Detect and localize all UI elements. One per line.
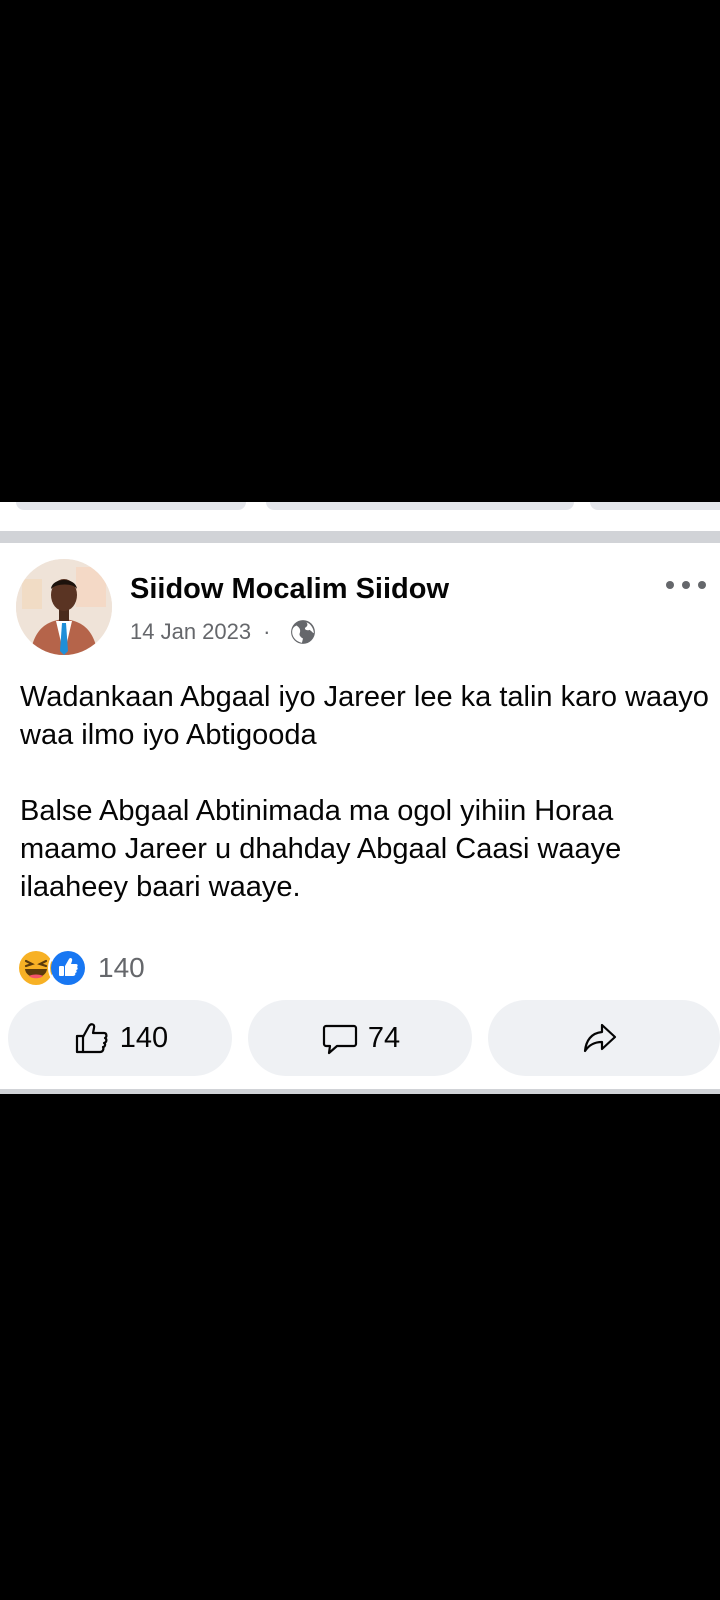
dot-icon [666, 581, 674, 589]
reaction-summary[interactable]: 140 [16, 948, 145, 988]
share-button[interactable] [488, 1000, 720, 1076]
bottom-black-area [0, 1094, 720, 1600]
avatar[interactable] [16, 559, 112, 655]
dot-icon [682, 581, 690, 589]
author-name[interactable]: Siidow Mocalim Siidow [130, 573, 449, 606]
previous-share-button[interactable] [590, 502, 720, 510]
post-card: Siidow Mocalim Siidow 14 Jan 2023 · Wada… [0, 543, 720, 1092]
previous-comment-button[interactable] [266, 502, 574, 510]
reaction-count: 140 [98, 952, 145, 983]
globe-icon [291, 620, 316, 644]
post-date[interactable]: 14 Jan 2023 [130, 619, 251, 645]
thumbs-up-icon [75, 1023, 108, 1054]
post-body: Wadankaan Abgaal iyo Jareer lee ka talin… [20, 681, 709, 903]
previous-post-action-row [0, 502, 720, 534]
like-count: 140 [119, 1021, 169, 1054]
post-meta: 14 Jan 2023 · [130, 619, 316, 645]
post-separator [0, 531, 720, 543]
comment-icon [322, 1024, 357, 1055]
top-black-area [0, 0, 720, 502]
comment-count: 74 [367, 1021, 401, 1054]
comment-button[interactable]: 74 [248, 1000, 472, 1076]
like-button[interactable]: 140 [8, 1000, 232, 1076]
like-reaction-icon [48, 948, 88, 988]
post-actions: 140 74 [8, 1000, 720, 1076]
more-options-button[interactable] [666, 573, 706, 597]
previous-like-button[interactable] [16, 502, 246, 510]
dot-icon [698, 581, 706, 589]
share-icon [583, 1023, 617, 1053]
meta-separator: · [263, 619, 271, 644]
